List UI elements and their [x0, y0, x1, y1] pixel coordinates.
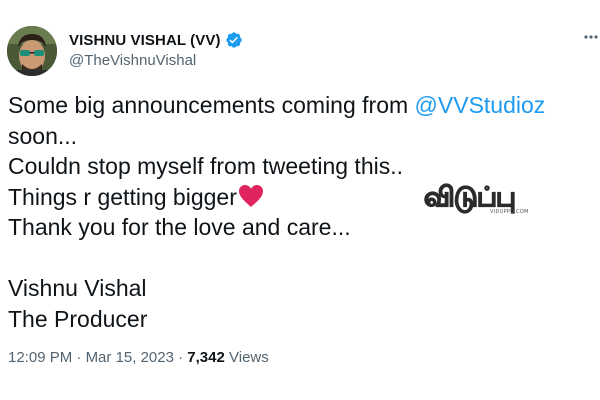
tweet-card: VISHNU VISHAL (VV) @TheVishnuVishal Some…: [0, 0, 600, 400]
author-name-row: VISHNU VISHAL (VV): [69, 30, 243, 50]
watermark-subtext: VIDUPPU.COM: [490, 209, 529, 215]
views-count: 7,342: [187, 349, 225, 366]
mention-link[interactable]: @VVStudioz: [415, 92, 546, 118]
tweet-line: Vishnu Vishal: [8, 275, 147, 301]
author-display-name[interactable]: VISHNU VISHAL (VV): [69, 32, 221, 49]
tweet-line-text: Things r getting bigger: [8, 183, 237, 210]
verified-badge-icon: [225, 31, 243, 49]
tweet-line: Couldn stop myself from tweeting this..: [8, 153, 403, 179]
author-handle[interactable]: @TheVishnuVishal: [69, 52, 196, 69]
more-options-icon[interactable]: [582, 27, 600, 47]
tweet-line-text: Some big announcements coming from: [8, 92, 415, 118]
tweet-line: soon...: [8, 122, 78, 149]
meta-separator: ·: [72, 349, 86, 366]
views-label: Views: [224, 349, 269, 366]
meta-separator: ·: [173, 349, 188, 366]
avatar-photo-icon: [7, 26, 57, 76]
tweet-meta: 12:09 PM · Mar 15, 2023 · 7,342 Views: [8, 349, 269, 366]
tweet-time[interactable]: 12:09 PM: [8, 349, 72, 366]
heart-icon: [238, 184, 264, 216]
tweet-line: The Producer: [8, 305, 148, 332]
tweet-line: Some big announcements coming from @VVSt…: [8, 90, 588, 121]
watermark-logo: விடுப்பு VIDUPPU.COM: [423, 181, 536, 216]
tweet-date[interactable]: Mar 15, 2023: [86, 349, 174, 366]
author-avatar[interactable]: [7, 26, 57, 76]
